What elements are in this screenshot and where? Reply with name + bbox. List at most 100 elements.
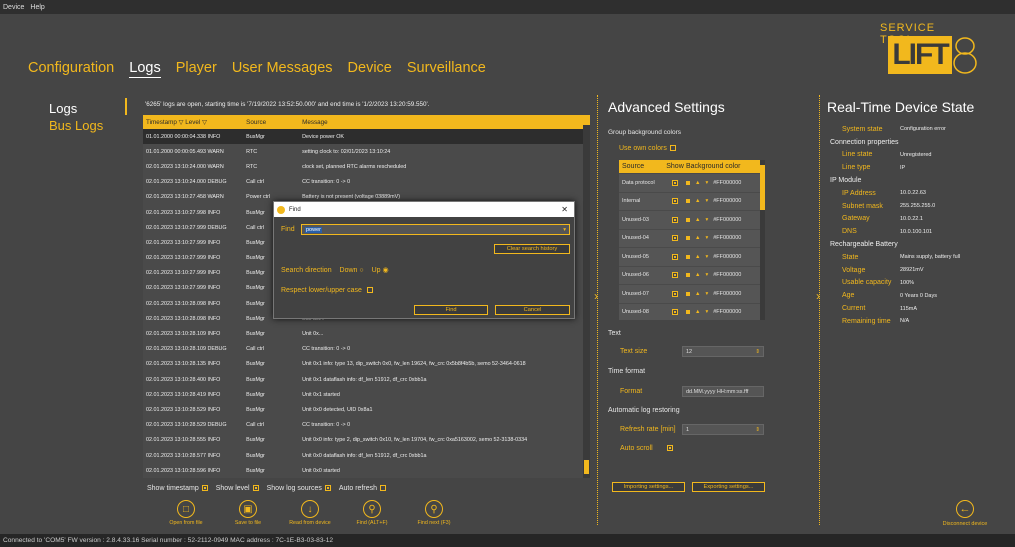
- close-icon[interactable]: ✕: [561, 205, 568, 214]
- tab-configuration[interactable]: Configuration: [28, 60, 114, 76]
- tab-user-messages[interactable]: User Messages: [232, 60, 333, 76]
- subnav-logs[interactable]: Logs: [49, 101, 77, 116]
- col-message[interactable]: Message: [299, 119, 583, 126]
- auto-scroll-option[interactable]: Auto scroll: [620, 445, 673, 452]
- direction-down-option[interactable]: Down ○: [340, 267, 364, 274]
- table-row[interactable]: 02.01.2023 13:10:28.555 INFO BusMgr Unit 0…: [143, 433, 583, 448]
- chevron-down-icon[interactable]: ▾: [705, 180, 708, 186]
- color-picker-icon[interactable]: ▲: [695, 180, 700, 186]
- clear-search-history-button[interactable]: Clear search history: [494, 244, 570, 254]
- respect-case-option[interactable]: Respect lower/upper case: [281, 287, 373, 294]
- color-table-row[interactable]: Unused-05 ▲ ▾ #FF000000: [619, 248, 764, 267]
- show-timestamp-option[interactable]: Show timestamp: [147, 485, 208, 492]
- table-row[interactable]: 02.01.2023 13:10:24.000 DEBUG Call ctrl CC…: [143, 175, 583, 190]
- find-dialog-find-button[interactable]: Find: [414, 305, 488, 315]
- find-next-button[interactable]: ⚲ Find next (F3): [403, 500, 465, 526]
- chevron-down-icon[interactable]: ▾: [705, 235, 708, 241]
- color-table-row[interactable]: Unused-04 ▲ ▾ #FF000000: [619, 230, 764, 248]
- table-row[interactable]: 02.01.2023 13:10:24.000 WARN RTC clock set…: [143, 159, 583, 174]
- color-picker-icon[interactable]: ▲: [695, 272, 700, 278]
- menu-help[interactable]: Help: [30, 4, 44, 11]
- show-checkbox[interactable]: [672, 235, 678, 242]
- expand-left-icon[interactable]: ›: [594, 289, 598, 303]
- color-picker-icon[interactable]: ▲: [695, 254, 700, 260]
- chevron-down-icon[interactable]: ▾: [705, 217, 708, 223]
- disconnect-button[interactable]: ← Disconnect device: [935, 500, 995, 527]
- show-checkbox[interactable]: [672, 198, 678, 205]
- menu-device[interactable]: Device: [3, 4, 24, 11]
- show-checkbox[interactable]: [672, 309, 678, 316]
- save-to-file-button[interactable]: ▣ Save to file: [217, 500, 279, 526]
- table-row[interactable]: 02.01.2023 13:10:28.109 DEBUG Call ctrl CC…: [143, 342, 583, 357]
- color-table-row[interactable]: Unused-06 ▲ ▾ #FF000000: [619, 267, 764, 285]
- find-dialog-cancel-button[interactable]: Cancel: [495, 305, 570, 315]
- subnav-bus-logs[interactable]: Bus Logs: [49, 118, 103, 133]
- tab-logs[interactable]: Logs: [129, 60, 161, 78]
- table-row[interactable]: 02.01.2023 13:10:28.529 INFO BusMgr Unit 0…: [143, 402, 583, 417]
- direction-up-option[interactable]: Up ◉: [372, 267, 389, 274]
- col-source[interactable]: Source: [243, 119, 299, 126]
- color-picker-icon[interactable]: ▲: [695, 291, 700, 297]
- exporting-settings-button[interactable]: Exporting settings...: [692, 482, 765, 492]
- refresh-rate-stepper[interactable]: 1 ⇕: [682, 424, 764, 435]
- use-own-colors-option[interactable]: Use own colors: [619, 145, 676, 152]
- table-row[interactable]: 02.01.2023 13:10:28.135 INFO BusMgr Unit 0…: [143, 357, 583, 372]
- table-row[interactable]: 02.01.2023 13:10:28.577 INFO BusMgr Unit 0…: [143, 448, 583, 463]
- color-table-row[interactable]: Unused-08 ▲ ▾ #FF000000: [619, 304, 764, 321]
- show-level-option[interactable]: Show level: [216, 485, 259, 492]
- table-row[interactable]: 02.01.2023 13:10:28.596 INFO BusMgr Unit 0…: [143, 463, 583, 478]
- table-row[interactable]: 02.01.2023 13:10:28.419 INFO BusMgr Unit 0…: [143, 387, 583, 402]
- auto-scroll-checkbox[interactable]: [666, 445, 673, 452]
- chevron-down-icon[interactable]: ▾: [705, 291, 708, 297]
- open-from-file-button[interactable]: □ Open from file: [155, 500, 217, 526]
- show-checkbox[interactable]: [672, 179, 678, 186]
- color-picker-icon[interactable]: ▲: [695, 198, 700, 204]
- tab-player[interactable]: Player: [176, 60, 217, 76]
- table-row[interactable]: 02.01.2023 13:10:28.400 INFO BusMgr Unit 0…: [143, 372, 583, 387]
- chevron-down-icon[interactable]: ▾: [705, 309, 708, 315]
- table-row[interactable]: 01.01.2000 00:00:05.493 WARN RTC setting c…: [143, 144, 583, 159]
- show-level-checkbox[interactable]: [252, 485, 259, 492]
- log-scrollbar[interactable]: [583, 115, 590, 478]
- table-row[interactable]: 01.01.2000 00:00:04.338 INFO BusMgr Device…: [143, 129, 583, 145]
- chevron-down-icon[interactable]: ▾: [705, 272, 708, 278]
- text-size-stepper[interactable]: 12 ⇕: [682, 346, 764, 357]
- use-own-colors-checkbox[interactable]: [669, 145, 676, 152]
- color-table-row[interactable]: Unused-03 ▲ ▾ #FF000000: [619, 211, 764, 230]
- color-table-scrollbar[interactable]: [760, 160, 765, 320]
- color-picker-icon[interactable]: ▲: [695, 235, 700, 241]
- chevron-down-icon[interactable]: ▾: [705, 254, 708, 260]
- format-input[interactable]: dd.MM.yyyy HH:mm:ss.fff: [682, 386, 764, 397]
- tab-surveillance[interactable]: Surveillance: [407, 60, 486, 76]
- color-picker-icon[interactable]: ▲: [695, 217, 700, 223]
- show-sources-checkbox[interactable]: [324, 485, 331, 492]
- color-table[interactable]: Source Show Background color Data protoc…: [619, 160, 764, 320]
- realtime-key: Line state: [842, 151, 873, 159]
- tab-device[interactable]: Device: [348, 60, 392, 76]
- log-source: BusMgr: [246, 452, 265, 459]
- auto-refresh-checkbox[interactable]: [380, 485, 387, 492]
- find-button[interactable]: ⚲ Find (ALT+F): [341, 500, 403, 526]
- show-checkbox[interactable]: [672, 216, 678, 223]
- col-timestamp[interactable]: Timestamp ▽ Level ▽: [143, 119, 243, 126]
- show-sources-option[interactable]: Show log sources: [267, 485, 331, 492]
- respect-case-checkbox[interactable]: [366, 287, 373, 294]
- realtime-row: Subnet mask 255.255.255.0: [830, 200, 1005, 213]
- read-from-device-button[interactable]: ↓ Read from device: [279, 500, 341, 526]
- find-input[interactable]: power ▾: [301, 224, 570, 235]
- color-table-row[interactable]: Data protocol ▲ ▾ #FF000000: [619, 174, 764, 193]
- show-checkbox[interactable]: [672, 253, 678, 260]
- auto-refresh-option[interactable]: Auto refresh: [339, 485, 387, 492]
- color-table-row[interactable]: Internal ▲ ▾ #FF000000: [619, 193, 764, 211]
- chevron-down-icon[interactable]: ▾: [705, 198, 708, 204]
- show-checkbox[interactable]: [672, 272, 678, 279]
- show-timestamp-checkbox[interactable]: [201, 485, 208, 492]
- table-row[interactable]: 02.01.2023 13:10:28.529 DEBUG Call ctrl CC…: [143, 418, 583, 433]
- table-row[interactable]: 02.01.2023 13:10:28.109 INFO BusMgr Unit 0…: [143, 326, 583, 341]
- color-swatch: [686, 310, 690, 315]
- show-checkbox[interactable]: [672, 290, 678, 297]
- expand-right-icon[interactable]: ›: [816, 289, 820, 303]
- color-table-row[interactable]: Unused-07 ▲ ▾ #FF000000: [619, 285, 764, 304]
- color-picker-icon[interactable]: ▲: [695, 309, 700, 315]
- importing-settings-button[interactable]: Importing settings...: [612, 482, 685, 492]
